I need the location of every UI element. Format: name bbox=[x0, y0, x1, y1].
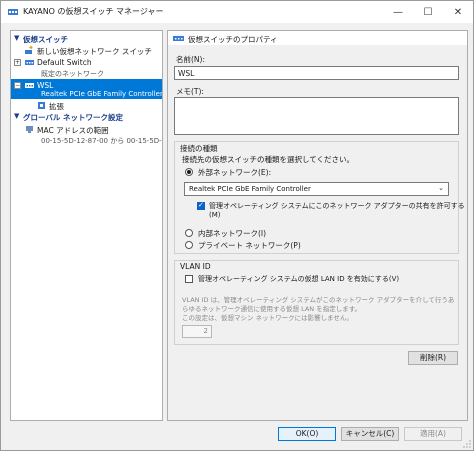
wsl-adapter-subtitle: Realtek PCIe GbE Family Controller bbox=[41, 90, 163, 98]
share-adapter-label[interactable]: 管理オペレーティング システムにこのネットワーク アダプターの共有を許可する bbox=[209, 201, 465, 211]
chevron-down-icon: ▼ bbox=[14, 34, 20, 42]
virtual-switches-section-header[interactable]: ▼ 仮想スイッチ bbox=[11, 34, 162, 45]
connection-type-prompt: 接続先の仮想スイッチの種類を選択してください。 bbox=[182, 155, 355, 164]
private-network-label[interactable]: プライベート ネットワーク(P) bbox=[198, 240, 301, 251]
remove-switch-button[interactable]: 削除(R) bbox=[408, 351, 458, 365]
title-bar: KAYANO の仮想スイッチ マネージャー — ☐ ✕ bbox=[1, 1, 473, 23]
properties-header: 仮想スイッチのプロパティ bbox=[168, 31, 467, 45]
close-button[interactable]: ✕ bbox=[443, 1, 473, 23]
memo-label: メモ(T): bbox=[176, 87, 204, 96]
private-network-radio[interactable] bbox=[185, 241, 193, 249]
vlan-enable-checkbox[interactable] bbox=[185, 275, 193, 283]
name-label: 名前(N): bbox=[176, 55, 205, 64]
cancel-button[interactable]: キャンセル(C) bbox=[341, 427, 399, 441]
memo-textarea[interactable] bbox=[174, 97, 459, 135]
internal-network-label[interactable]: 内部ネットワーク(I) bbox=[198, 228, 266, 239]
share-adapter-label-cont: (M) bbox=[209, 211, 221, 219]
chevron-down-icon: ⌄ bbox=[438, 184, 444, 192]
switch-properties-pane: 仮想スイッチのプロパティ 名前(N): WSL メモ(T): 接続の種類 接続先… bbox=[167, 30, 468, 421]
switch-icon bbox=[173, 36, 184, 41]
switch-icon bbox=[25, 83, 34, 88]
vlan-enable-label[interactable]: 管理オペレーティング システムの仮想 LAN ID を有効にする(V) bbox=[198, 274, 399, 284]
tree-item-extensions[interactable]: 拡張 bbox=[49, 101, 64, 112]
mac-range-subtitle: 00-15-5D-12-87-00 から 00-15-5D-... bbox=[41, 137, 163, 145]
window-title: KAYANO の仮想スイッチ マネージャー bbox=[23, 7, 164, 16]
default-switch-subtitle: 既定のネットワーク bbox=[41, 70, 104, 78]
chevron-down-icon: ▼ bbox=[14, 112, 20, 120]
minimize-button[interactable]: — bbox=[383, 1, 413, 23]
share-adapter-checkbox[interactable] bbox=[197, 201, 205, 210]
resize-grip-icon[interactable] bbox=[463, 440, 471, 448]
mac-address-icon bbox=[26, 126, 33, 133]
vlan-id-stepper[interactable]: 2 bbox=[182, 325, 212, 338]
switch-icon bbox=[25, 60, 34, 65]
vlan-description-line3: この設定は、仮想マシン ネットワークには影響しません。 bbox=[182, 314, 353, 322]
ok-button[interactable]: OK(O) bbox=[278, 427, 336, 441]
navigation-tree: ▼ 仮想スイッチ 新しい仮想ネットワーク スイッチ + Default Swit… bbox=[10, 30, 163, 421]
extension-icon bbox=[38, 102, 45, 109]
properties-title: 仮想スイッチのプロパティ bbox=[188, 35, 278, 44]
external-network-label[interactable]: 外部ネットワーク(E): bbox=[198, 167, 271, 178]
external-adapter-value: Realtek PCIe GbE Family Controller bbox=[189, 185, 311, 193]
maximize-button[interactable]: ☐ bbox=[413, 1, 443, 23]
virtual-switch-manager-window: KAYANO の仮想スイッチ マネージャー — ☐ ✕ ▼ 仮想スイッチ 新しい… bbox=[0, 0, 474, 451]
hyperv-switch-icon bbox=[8, 9, 18, 15]
vlan-title: VLAN ID bbox=[180, 262, 211, 271]
tree-item-mac-range[interactable]: MAC アドレスの範囲 bbox=[37, 125, 109, 136]
expand-default-switch-icon[interactable]: + bbox=[14, 59, 21, 66]
new-switch-icon bbox=[25, 46, 33, 54]
external-network-radio[interactable] bbox=[185, 168, 193, 176]
tree-item-default-switch[interactable]: Default Switch bbox=[37, 58, 92, 69]
external-adapter-select[interactable]: Realtek PCIe GbE Family Controller ⌄ bbox=[184, 182, 449, 196]
connection-type-title: 接続の種類 bbox=[180, 144, 218, 153]
name-input[interactable]: WSL bbox=[174, 66, 459, 80]
apply-button[interactable]: 適用(A) bbox=[404, 427, 462, 441]
internal-network-radio[interactable] bbox=[185, 229, 193, 237]
global-network-section-header[interactable]: ▼ グローバル ネットワーク設定 bbox=[11, 112, 162, 123]
collapse-wsl-icon[interactable]: − bbox=[14, 82, 21, 89]
tree-item-new-switch[interactable]: 新しい仮想ネットワーク スイッチ bbox=[37, 46, 152, 57]
